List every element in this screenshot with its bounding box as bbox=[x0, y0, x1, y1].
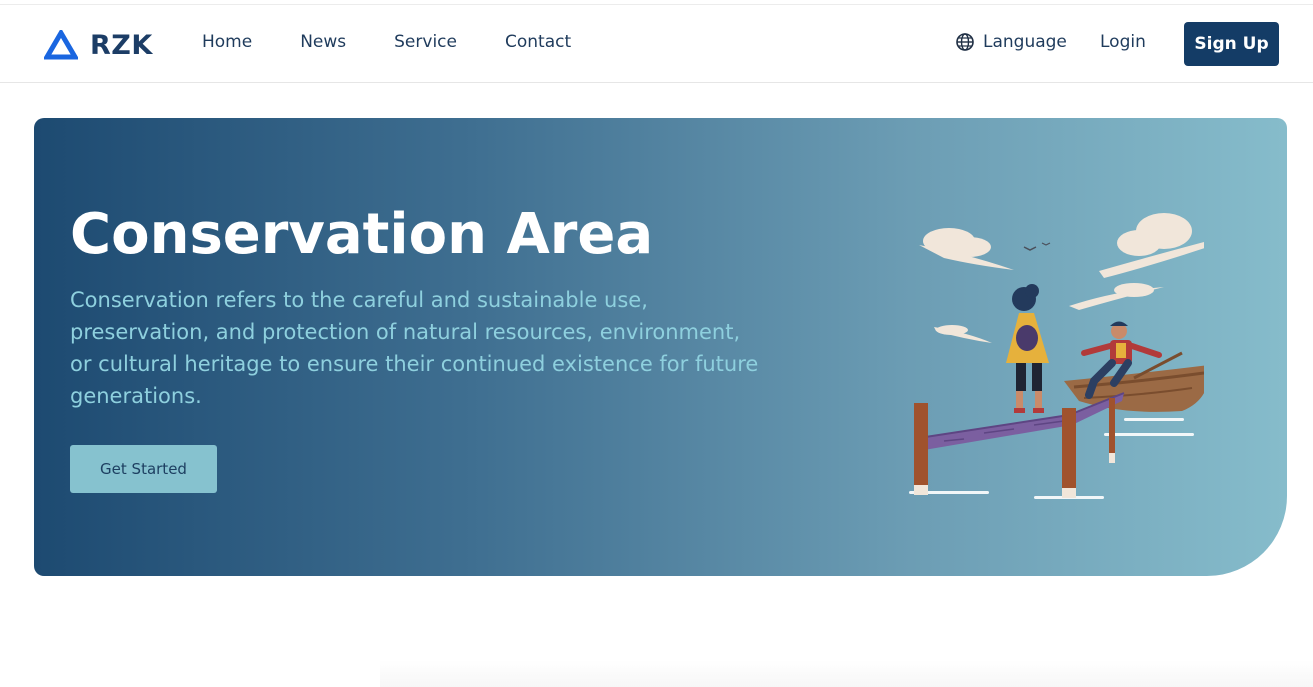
language-label: Language bbox=[983, 32, 1067, 52]
signup-button[interactable]: Sign Up bbox=[1184, 22, 1279, 66]
cloud-icon bbox=[1069, 283, 1164, 310]
hero-banner: Conservation Area Conservation refers to… bbox=[34, 118, 1287, 576]
hero-title: Conservation Area bbox=[70, 202, 654, 267]
cloud-icon bbox=[1099, 213, 1204, 278]
top-divider bbox=[0, 0, 1313, 5]
brand-name: RZK bbox=[90, 29, 153, 61]
nav-service[interactable]: Service bbox=[394, 32, 457, 52]
globe-icon bbox=[956, 33, 974, 51]
get-started-button[interactable]: Get Started bbox=[70, 445, 217, 493]
hero-description: Conservation refers to the careful and s… bbox=[70, 288, 759, 408]
section-divider-shadow bbox=[380, 660, 1313, 687]
language-selector[interactable]: Language bbox=[955, 32, 1067, 52]
nav-home[interactable]: Home bbox=[202, 32, 252, 52]
standing-woman-figure bbox=[1006, 284, 1049, 413]
bird-icon bbox=[1041, 242, 1051, 246]
dock-and-rowboat-illustration bbox=[909, 213, 1204, 499]
rowboat-icon bbox=[1064, 351, 1204, 412]
login-link[interactable]: Login bbox=[1100, 32, 1146, 52]
main-nav: Home News Service Contact bbox=[202, 32, 619, 52]
brand-logo[interactable]: RZK bbox=[44, 25, 153, 65]
cloud-icon bbox=[919, 228, 1014, 270]
navbar: RZK Home News Service Contact Language L… bbox=[0, 6, 1313, 83]
bird-icon bbox=[1023, 246, 1037, 251]
triangle-logo-icon bbox=[44, 30, 78, 60]
nav-news[interactable]: News bbox=[300, 32, 346, 52]
cloud-icon bbox=[934, 325, 992, 343]
nav-contact[interactable]: Contact bbox=[505, 32, 571, 52]
